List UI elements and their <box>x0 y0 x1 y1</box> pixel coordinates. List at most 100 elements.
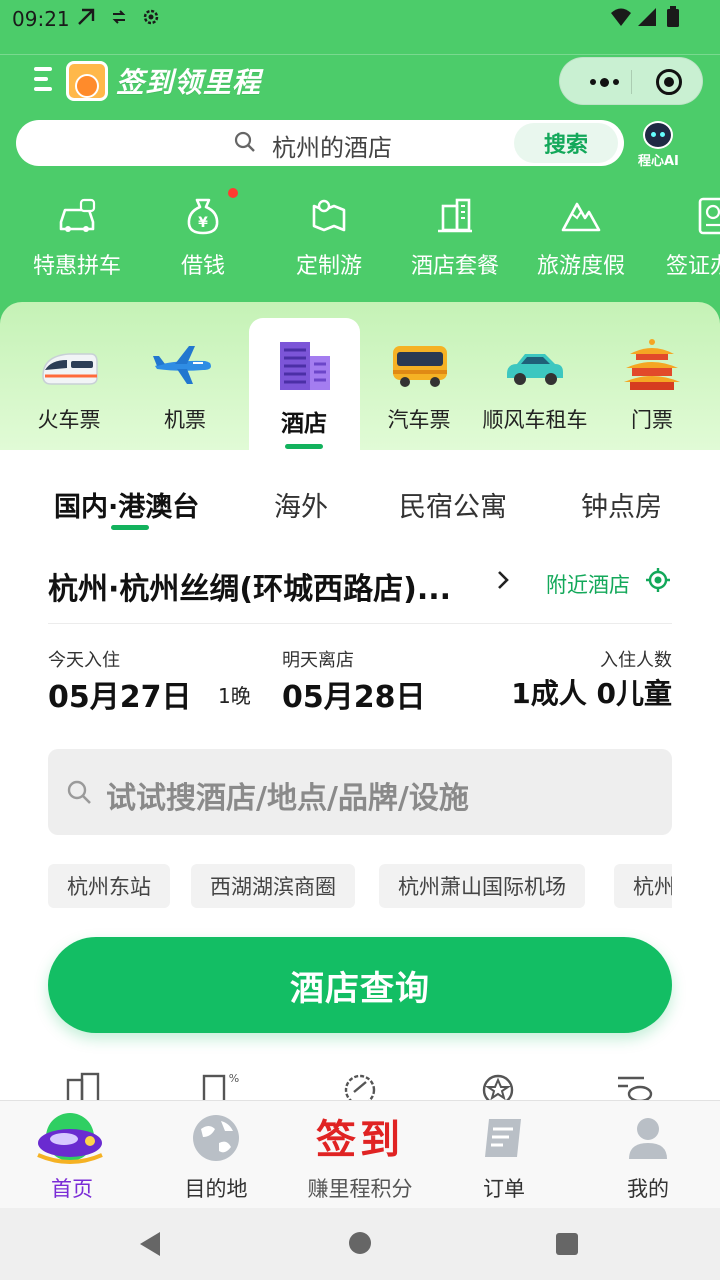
destination-selector[interactable]: 杭州·杭州丝绸(环城西路店)... <box>48 564 451 608</box>
checkout-label: 明天离店 <box>282 650 354 671</box>
coupon-icon <box>344 1074 376 1100</box>
nav-profile[interactable]: 我的 <box>576 1101 720 1209</box>
hot-keyword-chip[interactable]: 杭州萧山国际机场 <box>379 864 585 908</box>
hot-keyword-chip[interactable]: 杭州 <box>614 864 672 908</box>
notification-dot <box>228 188 238 198</box>
airplane-icon <box>153 346 211 384</box>
status-time: 09:21 <box>12 7 70 31</box>
missed-call-icon <box>75 6 97 28</box>
quick-service-loan[interactable]: ¥ 借钱 <box>140 196 266 286</box>
signal-icon <box>636 6 658 28</box>
chevron-right-icon[interactable] <box>496 568 510 599</box>
category-active-indicator <box>285 444 323 449</box>
category-flight[interactable]: 机票 <box>127 336 243 436</box>
category-tickets[interactable]: 门票 <box>594 336 710 436</box>
back-icon[interactable] <box>138 1230 162 1258</box>
eye-list-icon <box>618 1076 653 1100</box>
tab-overseas[interactable]: 海外 <box>274 485 328 524</box>
quick-service-vacation[interactable]: 旅游度假 <box>518 196 644 286</box>
car-icon <box>507 354 563 385</box>
category-label: 门票 <box>631 408 673 432</box>
temple-icon <box>624 339 680 390</box>
locate-icon[interactable] <box>645 567 671 593</box>
ai-robot-icon[interactable] <box>643 121 673 149</box>
mountain-icon <box>561 202 601 232</box>
search-icon <box>67 780 91 804</box>
miniapp-capsule <box>559 57 703 105</box>
close-miniapp-icon[interactable] <box>656 69 682 95</box>
category-label: 顺风车租车 <box>482 408 588 432</box>
quick-service-label: 旅游度假 <box>536 254 625 279</box>
nav-label: 目的地 <box>184 1177 248 1201</box>
tab-hourly-room[interactable]: 钟点房 <box>581 485 662 524</box>
hot-keyword-chip[interactable]: 杭州东站 <box>48 864 170 908</box>
nav-label: 订单 <box>483 1177 525 1201</box>
hot-keyword-chip[interactable]: 西湖湖滨商圈 <box>191 864 355 908</box>
checkin-calendar-icon <box>66 61 108 101</box>
tab-domestic[interactable]: 国内·港澳台 <box>54 485 199 524</box>
guests-label: 入住人数 <box>600 650 672 671</box>
nearby-hotels-link[interactable]: 附近酒店 <box>546 569 630 599</box>
tab-homestay[interactable]: 民宿公寓 <box>399 485 507 524</box>
quick-service-visa[interactable]: 签证办 <box>644 196 720 286</box>
nav-earn-points[interactable]: 签到 赚里程积分 <box>288 1101 432 1209</box>
quick-service-label: 特惠拼车 <box>32 254 121 279</box>
wifi-icon <box>610 6 632 28</box>
category-hotel[interactable]: 酒店 <box>246 336 362 437</box>
category-train[interactable]: 火车票 <box>11 336 127 436</box>
capsule-divider <box>631 70 632 94</box>
recents-icon[interactable] <box>556 1233 578 1255</box>
hotel-keyword-search[interactable]: 试试搜酒店/地点/品牌/设施 <box>48 749 672 835</box>
category-label: 汽车票 <box>387 408 451 432</box>
nav-orders[interactable]: 订单 <box>432 1101 576 1209</box>
car-share-icon <box>59 198 96 232</box>
checkin-date[interactable]: 05月27日 <box>48 672 192 716</box>
building-icon <box>66 1072 100 1100</box>
nav-home[interactable]: 首页 <box>0 1101 144 1209</box>
order-list-icon <box>485 1119 521 1157</box>
home-mascot-icon <box>37 1113 103 1164</box>
category-rideshare-rental[interactable]: 顺风车租车 <box>477 336 593 436</box>
quick-service-carpool[interactable]: 特惠拼车 <box>14 196 140 286</box>
guests-selector[interactable]: 1成人 0儿童 <box>511 672 672 712</box>
checkout-date[interactable]: 05月28日 <box>282 672 426 716</box>
status-bar: 09:21 <box>0 0 720 38</box>
checkin-label: 今天入住 <box>48 650 120 671</box>
star-badge-icon <box>482 1074 514 1100</box>
hotel-search-placeholder: 试试搜酒店/地点/品牌/设施 <box>106 781 469 816</box>
search-query-text: 杭州的酒店 <box>272 134 392 162</box>
divider <box>48 623 672 624</box>
category-label: 机票 <box>164 408 206 432</box>
quick-service-hotel-package[interactable]: 酒店套餐 <box>392 196 518 286</box>
category-label: 酒店 <box>281 411 327 437</box>
map-icon <box>312 199 346 232</box>
discount-building-icon: % <box>202 1072 239 1100</box>
quick-service-label: 借钱 <box>180 254 225 279</box>
menu-icon[interactable] <box>34 67 56 95</box>
checkin-art-text: 签到 <box>316 1116 404 1163</box>
more-icon[interactable] <box>578 70 630 94</box>
nav-label: 首页 <box>51 1177 93 1201</box>
page-title: 签到领里程 <box>116 66 262 99</box>
search-button[interactable]: 搜索 <box>514 123 618 163</box>
category-label: 火车票 <box>37 408 101 432</box>
nav-label: 我的 <box>627 1177 669 1201</box>
nav-destination[interactable]: 目的地 <box>144 1101 288 1209</box>
battery-icon <box>662 6 684 28</box>
app-header: 签到领里程 <box>0 54 720 120</box>
top-search-bar[interactable]: 杭州的酒店 搜索 <box>16 120 624 166</box>
quick-service-label: 签证办 <box>666 254 720 279</box>
ai-assistant-label[interactable]: 程心AI <box>638 150 679 169</box>
train-icon <box>42 353 98 385</box>
quick-service-label: 酒店套餐 <box>410 254 499 279</box>
hotel-query-button[interactable]: 酒店查询 <box>48 937 672 1033</box>
bus-icon <box>393 346 447 387</box>
category-bus[interactable]: 汽车票 <box>361 336 477 436</box>
search-icon <box>234 131 255 152</box>
quick-service-custom-tour[interactable]: 定制游 <box>266 196 392 286</box>
nav-label: 赚里程积分 <box>307 1177 413 1201</box>
quick-service-label: 定制游 <box>295 254 362 279</box>
home-icon[interactable] <box>349 1232 371 1254</box>
globe-icon <box>193 1115 239 1161</box>
system-navigation-bar <box>0 1208 720 1280</box>
